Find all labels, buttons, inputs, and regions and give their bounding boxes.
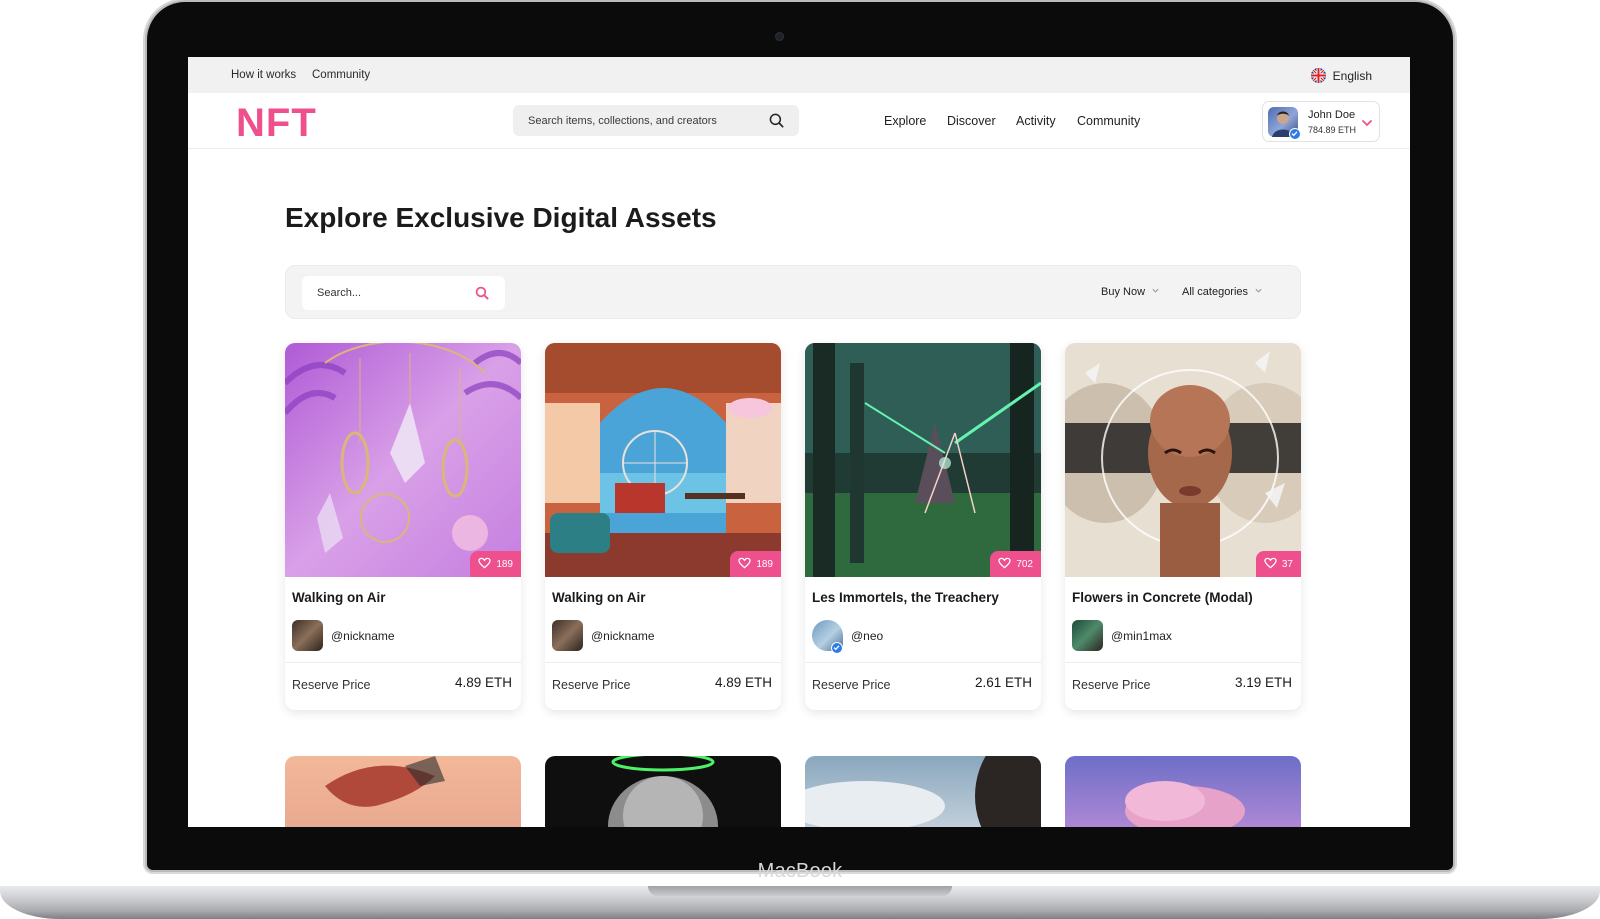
category-dropdown[interactable]: All categories [1182, 286, 1263, 298]
nft-card-peek[interactable] [545, 756, 781, 827]
reserve-price-label: Reserve Price [1072, 678, 1151, 692]
nft-card[interactable]: 37 Flowers in Concrete (Modal) @min1max … [1065, 343, 1301, 710]
card-title: Walking on Air [292, 590, 386, 605]
how-it-works-link[interactable]: How it works [231, 69, 296, 81]
like-count: 189 [496, 558, 513, 570]
nft-card-peek[interactable] [805, 756, 1041, 827]
global-search-input[interactable] [513, 105, 753, 136]
laptop-base-notch [648, 886, 952, 896]
device-label: MacBook [757, 860, 843, 882]
filter-bar: Buy Now All categories [285, 265, 1301, 319]
global-search [513, 105, 799, 136]
heart-icon [738, 557, 752, 572]
like-counter[interactable]: 702 [990, 551, 1041, 577]
nft-logo[interactable]: NFT [236, 101, 317, 146]
community-link[interactable]: Community [312, 69, 370, 81]
like-count: 702 [1016, 558, 1033, 570]
user-balance: 784.89 ETH [1308, 125, 1357, 135]
main-header: NFT Explore Discover Activity Community … [188, 93, 1410, 149]
search-icon[interactable] [769, 113, 784, 133]
nft-artwork-image[interactable] [285, 343, 521, 577]
heart-icon [998, 557, 1012, 572]
nft-card-peek[interactable] [285, 756, 521, 827]
sale-type-label: Buy Now [1101, 286, 1146, 298]
like-count: 189 [756, 558, 773, 570]
nft-card-peek[interactable] [1065, 756, 1301, 827]
nav-activity[interactable]: Activity [1016, 114, 1056, 128]
chevron-down-icon [1361, 116, 1373, 134]
verified-icon [831, 642, 843, 654]
page-title: Explore Exclusive Digital Assets [285, 202, 717, 233]
card-divider [285, 662, 521, 663]
like-counter[interactable]: 189 [730, 551, 781, 577]
user-name: John Doe [1308, 109, 1356, 121]
nft-artwork-image[interactable] [1065, 343, 1301, 577]
creator-handle[interactable]: @nickname [591, 629, 655, 643]
reserve-price-label: Reserve Price [812, 678, 891, 692]
chevron-down-icon [1151, 286, 1160, 298]
creator-avatar[interactable] [552, 620, 583, 651]
screen: How it works Community English NFT Searc… [188, 57, 1410, 827]
uk-flag-icon [1310, 68, 1326, 83]
reserve-price-value: 3.19 ETH [1234, 675, 1292, 690]
nft-artwork-image[interactable] [545, 343, 781, 577]
reserve-price-value: 4.89 ETH [454, 675, 512, 690]
heart-icon [478, 557, 492, 572]
asset-search-input[interactable] [302, 276, 462, 310]
search-icon[interactable] [475, 286, 489, 305]
card-title: Walking on Air [552, 590, 646, 605]
nav-community[interactable]: Community [1077, 114, 1140, 128]
creator-handle[interactable]: @nickname [331, 629, 395, 643]
card-divider [1065, 662, 1301, 663]
like-counter[interactable]: 189 [470, 551, 521, 577]
heart-icon [1264, 557, 1277, 572]
language-label: English [1332, 68, 1372, 83]
asset-search [302, 276, 505, 310]
nft-card[interactable]: 189 Walking on Air @nickname Reserve Pri… [285, 343, 521, 710]
card-title: Les Immortels, the Treachery [812, 590, 999, 605]
nft-card[interactable]: 189 Walking on Air @nickname Reserve Pri… [545, 343, 781, 710]
reserve-price-label: Reserve Price [292, 678, 371, 692]
language-selector[interactable]: English [1310, 68, 1372, 83]
nav-discover[interactable]: Discover [947, 114, 996, 128]
sale-type-dropdown[interactable]: Buy Now [1101, 286, 1160, 298]
creator-avatar[interactable] [292, 620, 323, 651]
nav-explore[interactable]: Explore [884, 114, 926, 128]
category-label: All categories [1182, 286, 1249, 298]
like-counter[interactable]: 37 [1255, 551, 1301, 577]
nft-card[interactable]: 702 Les Immortels, the Treachery @neo Re… [805, 343, 1041, 710]
card-divider [805, 662, 1041, 663]
creator-handle[interactable]: @min1max [1111, 629, 1172, 643]
reserve-price-value: 4.89 ETH [714, 675, 772, 690]
user-menu[interactable]: John Doe 784.89 ETH [1262, 101, 1380, 142]
creator-avatar[interactable] [1072, 620, 1103, 651]
chevron-down-icon [1254, 286, 1263, 298]
card-title: Flowers in Concrete (Modal) [1072, 590, 1253, 605]
reserve-price-label: Reserve Price [552, 678, 631, 692]
nft-artwork-image[interactable] [805, 343, 1041, 577]
utility-bar: How it works Community English [188, 57, 1410, 93]
reserve-price-value: 2.61 ETH [974, 675, 1032, 690]
verified-icon [1289, 128, 1301, 140]
camera-dot [775, 32, 784, 41]
card-divider [545, 662, 781, 663]
creator-handle[interactable]: @neo [851, 629, 883, 643]
like-count: 37 [1281, 558, 1293, 570]
